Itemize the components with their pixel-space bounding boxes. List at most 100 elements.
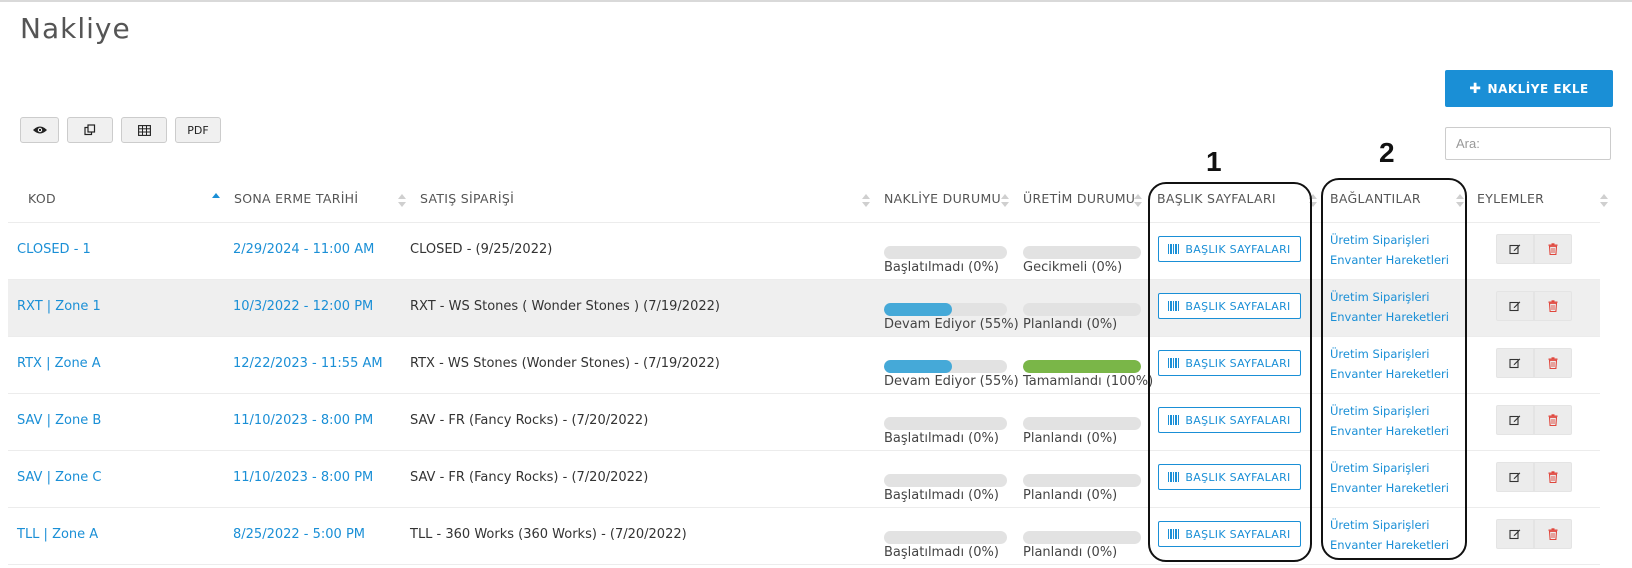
edit-button[interactable] [1496,462,1534,492]
edit-icon [1509,358,1521,369]
edit-icon [1509,529,1521,540]
search-input[interactable] [1445,127,1611,160]
sales-order-text: CLOSED - (9/25/2022) [410,242,553,257]
edit-button[interactable] [1496,291,1534,321]
delete-button[interactable] [1534,234,1572,264]
sort-icon[interactable] [398,194,406,208]
edit-button[interactable] [1496,405,1534,435]
edit-icon [1509,415,1521,426]
production-progress-bar [1023,474,1141,487]
plus-icon: ✚ [1469,80,1482,97]
production-status-label: Planlandı (0%) [1023,317,1118,332]
eye-icon [32,126,47,134]
production-status-label: Planlandı (0%) [1023,431,1118,446]
trash-icon [1548,471,1558,483]
production-status-label: Planlandı (0%) [1023,488,1118,503]
delete-button[interactable] [1534,462,1572,492]
shipping-progress-bar [884,474,1007,487]
production-progress-bar [1023,360,1141,373]
header-nakliye-durumu[interactable]: NAKLİYE DURUMU [884,191,1001,206]
shipping-progress-bar [884,303,1007,316]
sales-order-text: RTX - WS Stones (Wonder Stones) - (7/19/… [410,356,720,371]
production-status-label: Planlandı (0%) [1023,545,1118,560]
shipping-status-label: Devam Ediyor (55%) [884,374,1019,389]
production-progress-bar [1023,246,1141,259]
shipping-status-label: Başlatılmadı (0%) [884,260,999,275]
header-uretim-durumu[interactable]: ÜRETİM DURUMU [1023,191,1135,206]
callout-label-1: 1 [1206,146,1222,177]
production-progress-bar [1023,303,1141,316]
expiry-date-link[interactable]: 12/22/2023 - 11:55 AM [233,356,383,371]
edit-icon [1509,472,1521,483]
production-status-label: Gecikmeli (0%) [1023,260,1123,275]
sales-order-text: SAV - FR (Fancy Rocks) - (7/20/2022) [410,470,649,485]
header-kod[interactable]: KOD [28,191,56,206]
shipment-code-link[interactable]: CLOSED - 1 [17,242,91,257]
shipment-code-link[interactable]: TLL | Zone A [17,527,98,542]
shipping-progress-fill [884,360,952,373]
expiry-date-link[interactable]: 10/3/2022 - 12:00 PM [233,299,373,314]
add-shipment-button[interactable]: ✚ NAKLİYE EKLE [1445,70,1613,107]
edit-icon [1509,301,1521,312]
header-eylemler[interactable]: EYLEMLER [1477,191,1544,206]
pdf-export-button[interactable]: PDF [175,117,221,143]
expiry-date-link[interactable]: 2/29/2024 - 11:00 AM [233,242,374,257]
sort-icon[interactable] [862,194,870,208]
production-progress-bar [1023,531,1141,544]
copy-button[interactable] [67,117,113,143]
callout-label-2: 2 [1379,137,1395,168]
shipment-code-link[interactable]: SAV | Zone B [17,413,101,428]
delete-button[interactable] [1534,348,1572,378]
production-progress-fill [1023,360,1141,373]
shipping-progress-bar [884,531,1007,544]
shipping-progress-bar [884,246,1007,259]
view-columns-button[interactable] [20,117,59,143]
production-progress-bar [1023,417,1141,430]
delete-button[interactable] [1534,405,1572,435]
expiry-date-link[interactable]: 8/25/2022 - 5:00 PM [233,527,365,542]
trash-icon [1548,414,1558,426]
header-satis[interactable]: SATIŞ SİPARİŞİ [420,191,514,206]
sales-order-text: SAV - FR (Fancy Rocks) - (7/20/2022) [410,413,649,428]
sort-asc-icon[interactable] [212,193,220,207]
edit-icon [1509,244,1521,255]
highlight-box-2 [1321,178,1467,560]
sort-icon[interactable] [1134,194,1142,208]
sort-icon[interactable] [1001,194,1009,208]
shipping-progress-bar [884,360,1007,373]
shipping-status-label: Başlatılmadı (0%) [884,545,999,560]
sort-icon[interactable] [1600,194,1608,208]
shipping-status-label: Devam Ediyor (55%) [884,317,1019,332]
export-toolbar: PDF [20,117,221,143]
trash-icon [1548,357,1558,369]
shipment-code-link[interactable]: RTX | Zone A [17,356,101,371]
trash-icon [1548,243,1558,255]
sales-order-text: RXT - WS Stones ( Wonder Stones ) (7/19/… [410,299,720,314]
row-divider [8,564,1600,565]
page-title: Nakliye [20,12,131,45]
delete-button[interactable] [1534,519,1572,549]
shipping-progress-fill [884,303,952,316]
excel-export-button[interactable] [121,117,167,143]
expiry-date-link[interactable]: 11/10/2023 - 8:00 PM [233,470,373,485]
shipment-code-link[interactable]: RXT | Zone 1 [17,299,101,314]
expiry-date-link[interactable]: 11/10/2023 - 8:00 PM [233,413,373,428]
table-icon [137,124,151,136]
shipping-status-label: Başlatılmadı (0%) [884,488,999,503]
add-shipment-label: NAKLİYE EKLE [1487,81,1589,96]
shipment-code-link[interactable]: SAV | Zone C [17,470,101,485]
edit-button[interactable] [1496,234,1534,264]
sales-order-text: TLL - 360 Works (360 Works) - (7/20/2022… [410,527,687,542]
highlight-box-1 [1148,182,1312,562]
delete-button[interactable] [1534,291,1572,321]
header-sona-erme[interactable]: SONA ERME TARİHİ [234,191,358,206]
edit-button[interactable] [1496,519,1534,549]
shipping-status-label: Başlatılmadı (0%) [884,431,999,446]
trash-icon [1548,528,1558,540]
edit-button[interactable] [1496,348,1534,378]
copy-icon [84,124,96,136]
shipping-progress-bar [884,417,1007,430]
trash-icon [1548,300,1558,312]
top-divider [0,0,1632,2]
production-status-label: Tamamlandı (100%) [1023,374,1154,389]
